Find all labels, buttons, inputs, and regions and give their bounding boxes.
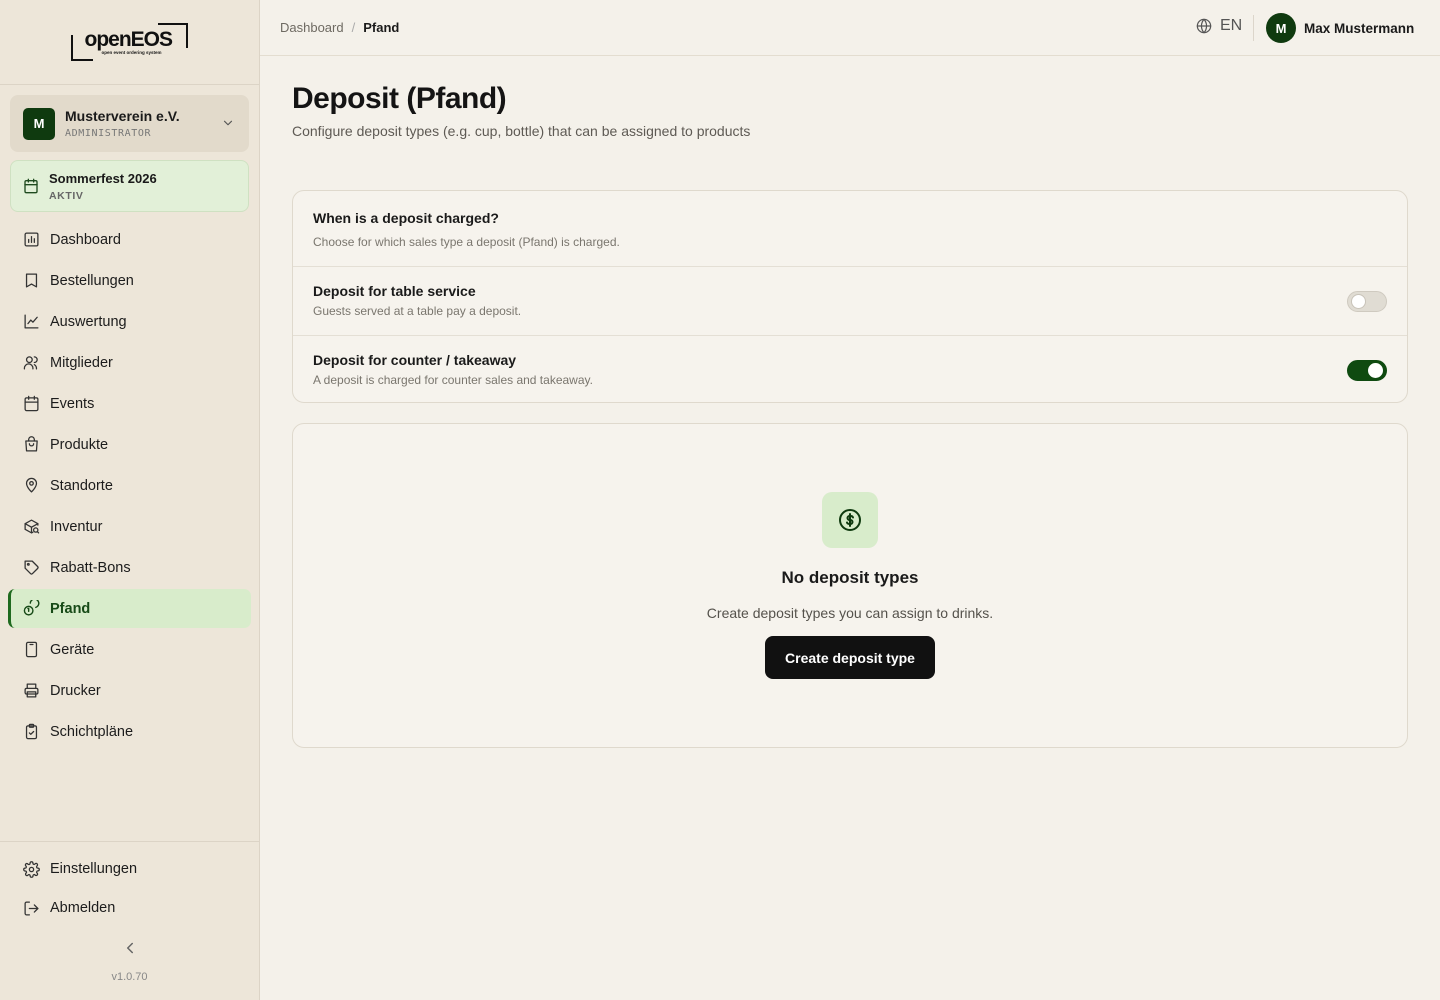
- table-service-deposit-toggle[interactable]: [1347, 291, 1387, 312]
- event-name: Sommerfest 2026: [49, 170, 157, 186]
- create-deposit-type-button[interactable]: Create deposit type: [765, 636, 935, 679]
- tag-icon: [22, 559, 40, 577]
- topbar: Dashboard / Pfand EN M Max Mustermann: [260, 0, 1440, 56]
- sidebar-item-einstellungen[interactable]: Einstellungen: [8, 851, 251, 887]
- calendar-icon: [22, 395, 40, 413]
- sidebar-item-label: Drucker: [50, 682, 101, 699]
- setting-description: Guests served at a table pay a deposit.: [313, 304, 522, 318]
- sidebar-item-drucker[interactable]: Drucker: [8, 671, 251, 710]
- settings-description: Choose for which sales type a deposit (P…: [313, 235, 620, 249]
- sidebar-item-label: Events: [50, 395, 95, 412]
- counter-takeaway-deposit-toggle[interactable]: [1347, 360, 1387, 381]
- event-status: AKTIV: [49, 189, 84, 202]
- sidebar-item-label: Einstellungen: [50, 861, 138, 877]
- empty-state-description: Create deposit types you can assign to d…: [706, 605, 994, 621]
- language-switcher[interactable]: EN: [1196, 17, 1242, 35]
- app-logo[interactable]: openEOS open event ordering system: [70, 23, 190, 63]
- sidebar-item-label: Geräte: [50, 641, 95, 658]
- sidebar-item-label: Bestellungen: [50, 272, 134, 289]
- sidebar-item-pfand[interactable]: Pfand: [8, 589, 251, 628]
- sidebar-item-standorte[interactable]: Standorte: [8, 466, 251, 505]
- gear-icon: [22, 860, 40, 878]
- deposit-types-empty-state: No deposit types Create deposit types yo…: [292, 423, 1408, 748]
- calendar-icon: [24, 178, 38, 194]
- sidebar-footer-divider: [0, 841, 259, 842]
- printer-icon: [22, 682, 40, 700]
- sidebar-item-label: Schichtpläne: [50, 723, 134, 740]
- clipboard-check-icon: [22, 723, 40, 741]
- org-switcher[interactable]: M Musterverein e.V. ADMINISTRATOR: [10, 95, 249, 152]
- setting-label: Deposit for table service: [313, 283, 476, 299]
- sidebar-item-events[interactable]: Events: [8, 384, 251, 423]
- sidebar-item-label: Mitglieder: [50, 354, 113, 371]
- chevron-left-icon[interactable]: [121, 939, 139, 957]
- logo-area: openEOS open event ordering system: [0, 0, 259, 85]
- setting-description: A deposit is charged for counter sales a…: [313, 373, 593, 387]
- sidebar-item-label: Produkte: [50, 436, 109, 453]
- globe-icon: [1196, 18, 1212, 34]
- page-title: Deposit (Pfand): [292, 82, 507, 115]
- empty-state-title: No deposit types: [781, 568, 919, 587]
- breadcrumb: Dashboard / Pfand: [280, 20, 399, 35]
- coins-icon: [22, 600, 40, 618]
- sidebar-item-rabatt-bons[interactable]: Rabatt-Bons: [8, 548, 251, 587]
- sidebar-item-label: Dashboard: [50, 231, 121, 248]
- user-name: Max Mustermann: [1304, 20, 1415, 36]
- sidebar-item-label: Inventur: [50, 518, 103, 535]
- map-pin-icon: [22, 477, 40, 495]
- sidebar-item-mitglieder[interactable]: Mitglieder: [8, 343, 251, 382]
- receipt-icon: [22, 272, 40, 290]
- org-avatar: M: [23, 107, 55, 140]
- setting-row-counter-takeaway: Deposit for counter / takeaway A deposit…: [293, 335, 1407, 403]
- sidebar-item-label: Auswertung: [50, 313, 127, 330]
- settings-title: When is a deposit charged?: [313, 210, 499, 226]
- active-event-card[interactable]: Sommerfest 2026 AKTIV: [10, 160, 249, 212]
- avatar: M: [1266, 13, 1296, 43]
- bag-icon: [22, 436, 40, 454]
- chevron-down-icon: [223, 120, 233, 126]
- setting-label: Deposit for counter / takeaway: [313, 352, 517, 368]
- trend-icon: [22, 313, 40, 331]
- coin-icon: [822, 492, 878, 548]
- page-subtitle: Configure deposit types (e.g. cup, bottl…: [292, 123, 751, 139]
- breadcrumb-separator: /: [351, 20, 356, 35]
- tablet-icon: [22, 641, 40, 659]
- chart-icon: [22, 231, 40, 249]
- sidebar-item-label: Rabatt-Bons: [50, 559, 131, 576]
- package-search-icon: [22, 518, 40, 536]
- sidebar-item-bestellungen[interactable]: Bestellungen: [8, 261, 251, 300]
- topbar-divider: [1253, 15, 1254, 41]
- sidebar-item-label: Standorte: [50, 477, 113, 494]
- breadcrumb-current: Pfand: [363, 20, 400, 35]
- sidebar-item-dashboard[interactable]: Dashboard: [8, 220, 251, 259]
- user-menu[interactable]: M Max Mustermann: [1266, 13, 1414, 43]
- sidebar-item-geraete[interactable]: Geräte: [8, 630, 251, 669]
- language-label: EN: [1220, 17, 1243, 34]
- sidebar-item-schichtplaene[interactable]: Schichtpläne: [8, 712, 251, 751]
- org-role: ADMINISTRATOR: [65, 128, 152, 139]
- settings-header: When is a deposit charged? Choose for wh…: [293, 191, 1407, 267]
- deposit-settings-card: When is a deposit charged? Choose for wh…: [292, 190, 1408, 403]
- sidebar-item-inventur[interactable]: Inventur: [8, 507, 251, 546]
- org-name: Musterverein e.V.: [65, 108, 180, 124]
- sidebar: openEOS open event ordering system M Mus…: [0, 0, 260, 1000]
- sidebar-item-produkte[interactable]: Produkte: [8, 425, 251, 464]
- logout-icon: [22, 899, 40, 917]
- breadcrumb-dashboard-link[interactable]: Dashboard: [280, 20, 344, 35]
- users-icon: [22, 354, 40, 372]
- app-version: v1.0.70: [111, 971, 148, 983]
- logout-button[interactable]: Abmelden: [8, 890, 251, 926]
- logout-label: Abmelden: [50, 900, 116, 916]
- sidebar-item-auswertung[interactable]: Auswertung: [8, 302, 251, 341]
- sidebar-item-label: Pfand: [50, 600, 91, 617]
- setting-row-table-service: Deposit for table service Guests served …: [293, 267, 1407, 335]
- sidebar-nav: Dashboard Bestellungen Auswertung Mitgli…: [8, 220, 251, 753]
